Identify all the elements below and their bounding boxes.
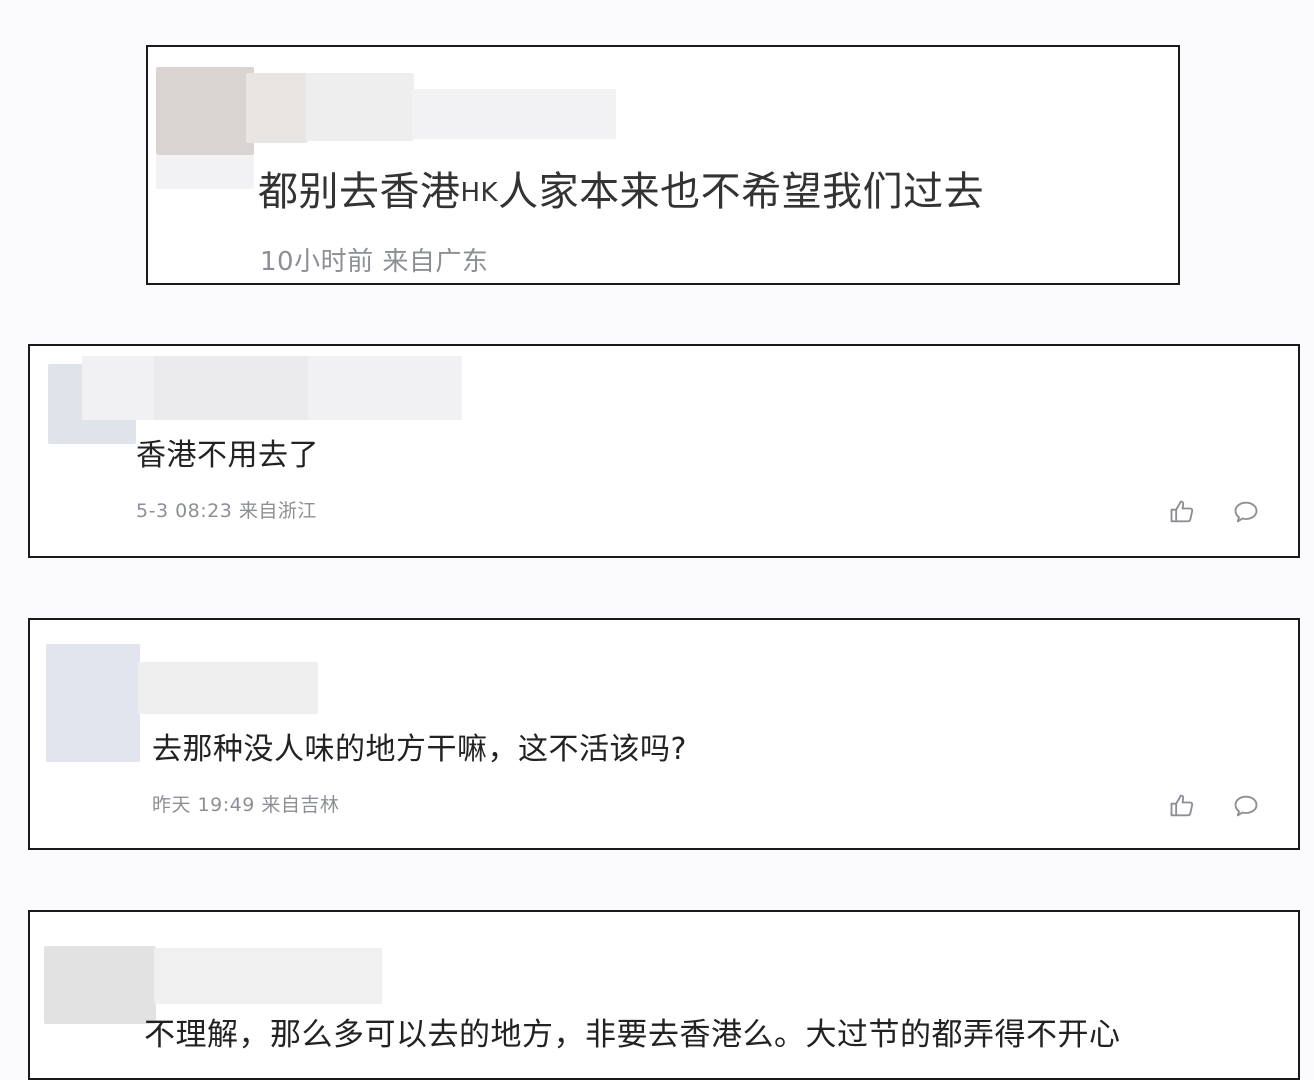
comment-text: 都别去香港HK人家本来也不希望我们过去 xyxy=(258,169,985,215)
comment-meta: 5-3 08:23 来自浙江 xyxy=(136,500,317,522)
comment-text: 不理解，那么多可以去的地方，非要去香港么。大过节的都弄得不开心 xyxy=(144,1017,1121,1053)
avatar-blur-edge xyxy=(246,73,308,143)
comment-card-1: 都别去香港HK人家本来也不希望我们过去 10小时前 来自广东 xyxy=(146,45,1180,285)
avatar-blur-bottom xyxy=(156,155,254,189)
comment-bubble-icon[interactable] xyxy=(1232,792,1260,820)
username[interactable] xyxy=(306,73,414,141)
thumbs-up-icon[interactable] xyxy=(1168,498,1196,526)
comment-card-2: 香港不用去了 5-3 08:23 来自浙江 xyxy=(28,344,1300,558)
comment-inline-latin: HK xyxy=(460,178,499,208)
avatar[interactable] xyxy=(44,946,156,1024)
thumbs-up-icon[interactable] xyxy=(1168,792,1196,820)
username[interactable] xyxy=(154,948,382,1004)
comment-text: 香港不用去了 xyxy=(136,438,319,473)
comment-meta: 昨天 19:49 来自吉林 xyxy=(152,794,340,816)
comment-meta: 10小时前 来自广东 xyxy=(260,247,489,277)
username-blur-tail xyxy=(412,89,616,139)
comment-card-3: 去那种没人味的地方干嘛，这不活该吗? 昨天 19:49 来自吉林 xyxy=(28,618,1300,850)
comment-text: 去那种没人味的地方干嘛，这不活该吗? xyxy=(152,732,687,767)
username[interactable] xyxy=(138,662,318,714)
username-blur-mid xyxy=(154,356,308,420)
avatar[interactable] xyxy=(156,67,254,155)
avatar[interactable] xyxy=(46,644,140,762)
comment-card-4: 不理解，那么多可以去的地方，非要去香港么。大过节的都弄得不开心 xyxy=(28,910,1300,1080)
comment-bubble-icon[interactable] xyxy=(1232,498,1260,526)
